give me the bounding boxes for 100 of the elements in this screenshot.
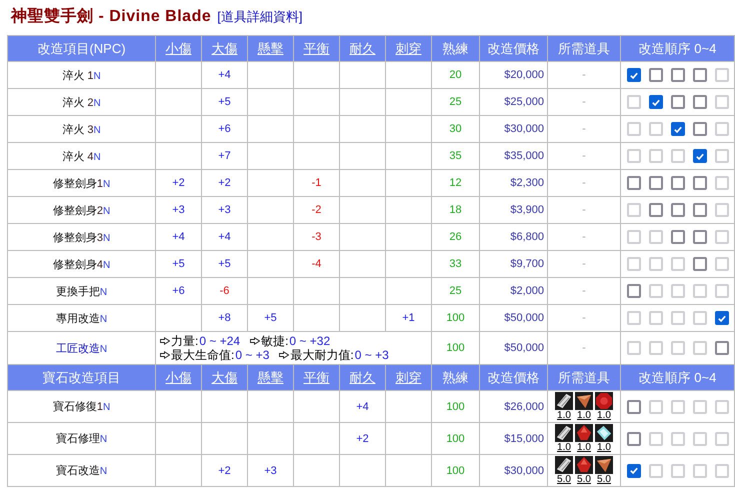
item-quantity[interactable]: 1.0 (557, 442, 571, 453)
price-value: $25,000 (504, 96, 544, 108)
stat-value: +4 (172, 231, 185, 243)
stat-value: -6 (220, 285, 230, 297)
column-header: 改造價格 (480, 364, 548, 390)
proficiency-value: 100 (446, 342, 465, 354)
proficiency-value: 20 (449, 69, 462, 81)
price-value: $26,000 (504, 400, 544, 412)
upgrade-name: 淬火 3 (62, 124, 94, 136)
proficiency-value: 35 (449, 150, 462, 162)
proficiency-value: 26 (449, 231, 462, 243)
upgrade-name: 寶石改造 (56, 465, 100, 477)
column-header-link[interactable]: 小傷 (156, 364, 202, 390)
column-header-link[interactable]: 平衡 (294, 36, 340, 62)
price-value: $2,000 (510, 285, 544, 297)
proficiency-value: 25 (449, 285, 462, 297)
column-header-link[interactable]: 大傷 (202, 364, 248, 390)
price-value: $15,000 (504, 432, 544, 444)
column-header-link[interactable]: 懸擊 (248, 36, 294, 62)
stat-value: +4 (218, 231, 231, 243)
new-tag: N (100, 434, 108, 445)
proficiency-value: 100 (446, 464, 465, 476)
proficiency-value: 100 (446, 400, 465, 412)
item-quantity[interactable]: 1.0 (597, 442, 611, 453)
stat-value: +2 (172, 177, 185, 189)
stat-value: +8 (218, 312, 231, 324)
item-quantity[interactable]: 1.0 (557, 410, 571, 421)
stat-value: +2 (356, 432, 369, 444)
column-header: 所需道具 (548, 364, 620, 390)
stat-value: +4 (356, 400, 369, 412)
new-tag: N (102, 206, 110, 216)
stat-value: +5 (172, 258, 185, 270)
column-header-link[interactable]: 小傷 (156, 36, 202, 62)
new-tag: N (93, 98, 101, 108)
stat-value: +4 (218, 69, 231, 81)
no-item-text: - (582, 231, 586, 243)
item-details-link[interactable]: [道具詳細資料] (217, 8, 302, 26)
bonus-label: 最大耐力值: (290, 348, 354, 362)
stat-value: +2 (218, 177, 231, 189)
upgrade-name: 修整劍身1 (52, 178, 103, 190)
new-tag: N (100, 344, 108, 354)
bonus-range: 0 ~ +3 (354, 348, 389, 362)
item-quantity[interactable]: 1.0 (577, 442, 591, 453)
column-header-link[interactable]: 平衡 (294, 364, 340, 390)
no-item-text: - (582, 312, 586, 324)
stat-value: +5 (264, 312, 277, 324)
new-tag: N (100, 286, 108, 298)
new-tag: N (102, 232, 110, 244)
no-item-text: - (582, 342, 586, 354)
column-header-link[interactable]: 刺穿 (386, 364, 432, 390)
stat-value: -1 (312, 177, 322, 189)
no-item-text: - (582, 258, 586, 270)
column-header: 寶石改造項目 (8, 364, 156, 390)
item-quantity[interactable]: 5.0 (577, 474, 591, 485)
price-value: $3,900 (510, 204, 544, 216)
stat-value: +6 (218, 123, 231, 135)
column-header: 所需道具 (548, 36, 620, 62)
proficiency-value: 100 (446, 432, 465, 444)
new-tag: N (102, 178, 110, 190)
item-quantity[interactable]: 1.0 (577, 410, 591, 421)
column-header: 改造順序 0~4 (620, 36, 734, 62)
bonus-range: 0 ~ +24 (199, 334, 240, 348)
item-title: 神聖雙手劍 - Divine Blade (11, 6, 212, 27)
proficiency-value: 33 (449, 258, 462, 270)
column-header: 改造價格 (480, 36, 548, 62)
stat-value: +3 (218, 204, 231, 216)
column-header-link[interactable]: 耐久 (340, 36, 386, 62)
new-tag: N (93, 152, 101, 162)
column-header-link[interactable]: 刺穿 (386, 36, 432, 62)
item-quantity[interactable]: 5.0 (597, 474, 611, 485)
stat-value: +3 (264, 464, 277, 476)
bonus-range: 0 ~ +3 (235, 348, 270, 362)
upgrade-link[interactable]: 工匠改造 (56, 342, 100, 354)
price-value: $35,000 (504, 150, 544, 162)
new-tag: N (93, 70, 101, 82)
price-value: $6,800 (510, 231, 544, 243)
upgrade-name: 專用改造 (56, 312, 100, 324)
item-quantity[interactable]: 5.0 (557, 474, 571, 485)
column-header: 改造項目(NPC) (8, 36, 156, 62)
new-tag: N (100, 314, 108, 324)
proficiency-value: 12 (449, 177, 462, 189)
new-tag: N (93, 124, 101, 136)
stat-value: -3 (312, 231, 322, 243)
proficiency-value: 100 (446, 312, 465, 324)
price-value: $30,000 (504, 464, 544, 476)
stat-value: +3 (172, 204, 185, 216)
stat-value: -2 (312, 204, 322, 216)
column-header-link[interactable]: 耐久 (340, 364, 386, 390)
column-header: 改造順序 0~4 (620, 364, 734, 390)
item-quantity[interactable]: 1.0 (597, 410, 611, 421)
no-item-text: - (582, 150, 586, 162)
upgrade-name: 淬火 1 (62, 70, 94, 82)
column-header-link[interactable]: 懸擊 (248, 364, 294, 390)
stat-value: +6 (172, 285, 185, 297)
no-item-text: - (582, 285, 586, 297)
upgrade-name: 修整劍身3 (52, 232, 103, 244)
column-header: 熟練 (432, 36, 480, 62)
column-header: 熟練 (432, 364, 480, 390)
stat-value: -4 (312, 258, 322, 270)
column-header-link[interactable]: 大傷 (202, 36, 248, 62)
